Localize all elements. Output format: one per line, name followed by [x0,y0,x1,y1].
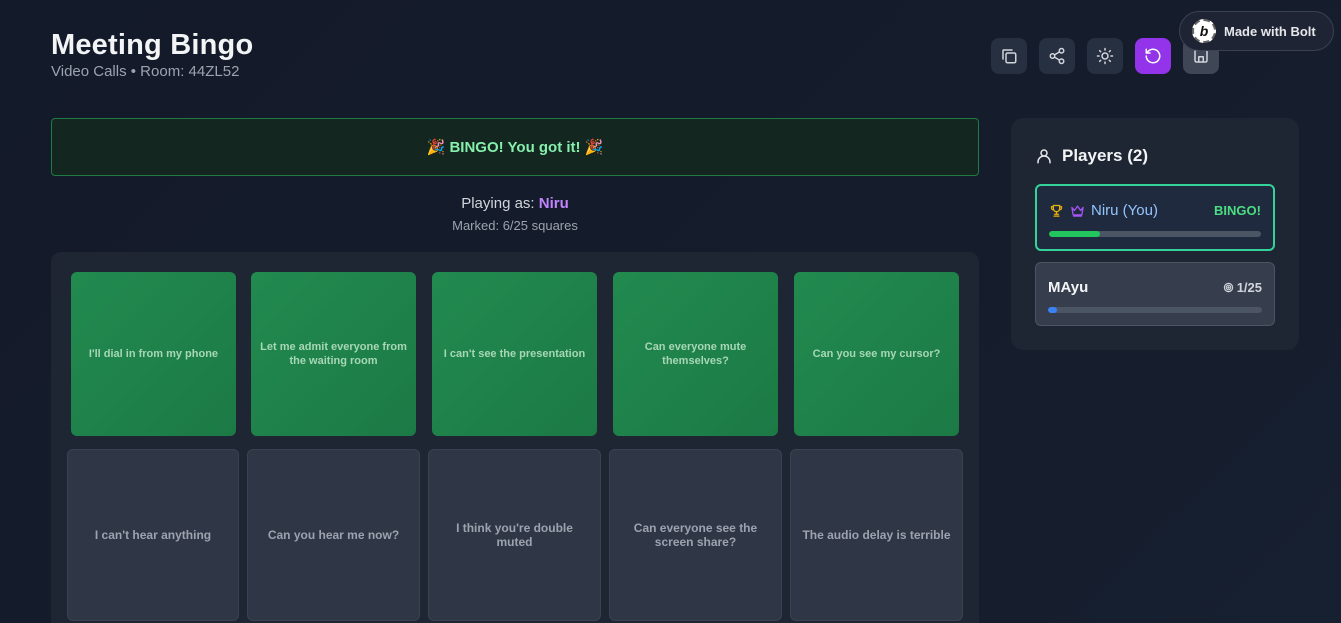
bingo-cell[interactable]: I'll dial in from my phone [71,272,236,436]
players-title: Players (2) [1062,146,1148,165]
bolt-badge-label: Made with Bolt [1224,23,1316,39]
copy-icon [1002,49,1017,64]
bingo-cell[interactable]: I can't hear anything [67,449,239,621]
progress-bar-fill [1048,307,1057,313]
trophy-icon [1050,204,1063,217]
progress-bar-fill [1049,231,1100,237]
bingo-cell[interactable]: I think you're double muted [428,449,601,621]
crown-icon [1071,205,1084,217]
refresh-icon [1145,48,1161,64]
bolt-logo-icon: b [1192,19,1216,43]
reset-button[interactable] [1135,38,1171,74]
bingo-board: I'll dial in from my phone Let me admit … [51,252,979,623]
theme-toggle-button[interactable] [1087,38,1123,74]
progress-bar [1048,307,1262,313]
player-name: MAyu [1048,279,1089,296]
room-subtitle: Video Calls • Room: 44ZL52 [51,63,240,80]
user-icon [1037,149,1051,164]
bingo-cell[interactable]: I can't see the presentation [432,272,597,436]
playing-as-label: Playing as: [461,195,535,212]
bingo-cell-text: I can't hear anything [94,528,212,542]
page-header: Meeting Bingo Video Calls • Room: 44ZL52 [51,28,253,80]
bingo-cell[interactable]: Can everyone mute themselves? [613,272,778,436]
current-player-name: Niru [538,195,569,212]
bingo-cell-text: Can everyone mute themselves? [644,341,747,367]
bingo-cell-text: Can you see my cursor? [812,348,941,360]
bingo-cell-text: Can everyone see the screen share? [633,521,758,549]
share-icon [1049,47,1065,65]
bingo-cell[interactable]: Can you hear me now? [247,449,420,621]
bingo-cell-text: The audio delay is terrible [802,528,951,542]
bingo-cell-text: Let me admit everyone from the waiting r… [260,341,407,367]
bingo-banner-text: 🎉 BINGO! You got it! 🎉 [426,139,604,156]
player-card[interactable]: MAyu 1/25 [1035,262,1275,326]
page-title: Meeting Bingo [51,29,254,61]
players-heading: Players (2) [1035,146,1148,166]
bingo-banner: 🎉 BINGO! You got it! 🎉 [51,118,979,176]
player-card-self[interactable]: Niru (You) BINGO! [1035,184,1275,251]
player-score-value: 1/25 [1236,280,1262,295]
progress-bar [1049,231,1261,237]
bingo-cell[interactable]: Can you see my cursor? [794,272,959,436]
bingo-cell[interactable]: Let me admit everyone from the waiting r… [251,272,416,436]
player-score: 1/25 [1223,280,1262,295]
bingo-cell-text: I can't see the presentation [443,348,586,360]
sun-icon [1096,47,1114,65]
bingo-cell[interactable]: Can everyone see the screen share? [609,449,782,621]
bingo-cell[interactable]: The audio delay is terrible [790,449,963,621]
copy-button[interactable] [991,38,1027,74]
bingo-cell-text: I'll dial in from my phone [88,348,219,360]
player-status: Playing as: Niru Marked: 6/25 squares [51,195,979,233]
target-icon [1223,282,1233,293]
share-button[interactable] [1039,38,1075,74]
made-with-bolt-badge[interactable]: b Made with Bolt [1179,11,1334,51]
marked-count: Marked: 6/25 squares [452,218,578,233]
bingo-cell-text: I think you're double muted [456,521,573,549]
bingo-cell-text: Can you hear me now? [267,528,400,542]
bingo-status-badge: BINGO! [1214,203,1261,218]
player-name: Niru (You) [1091,202,1158,219]
players-panel: Players (2) Niru (You) BINGO! MAyu 1/25 [1011,118,1299,350]
